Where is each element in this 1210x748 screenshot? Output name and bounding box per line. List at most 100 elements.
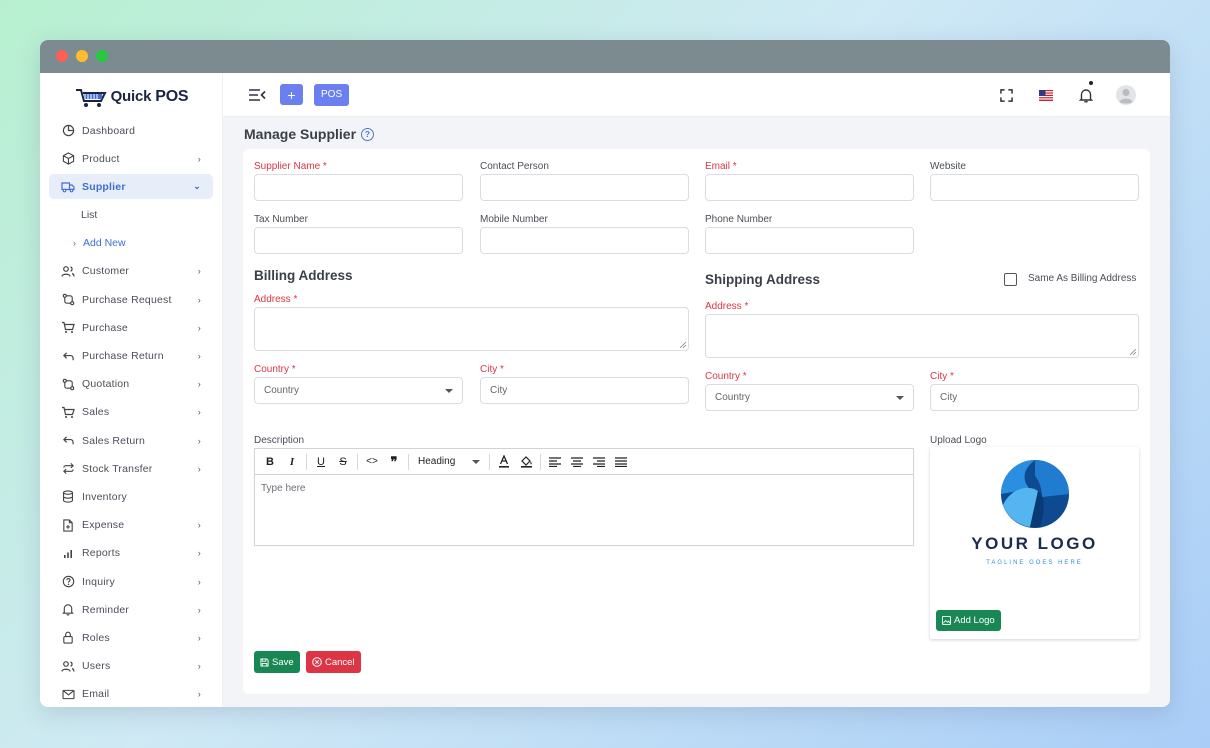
shipping-country-select[interactable]: Country: [705, 384, 914, 411]
close-window-button[interactable]: [56, 50, 68, 62]
supplier-name-input[interactable]: [254, 174, 463, 201]
editor-content[interactable]: Type here: [255, 475, 913, 502]
sidebar-subitem-list[interactable]: List: [49, 203, 213, 228]
menu-collapse-icon[interactable]: [248, 88, 266, 102]
sidebar: Quick POS Dashboard Product › Supplier ⌄…: [40, 73, 223, 707]
page-title: Manage Supplier ?: [244, 126, 375, 142]
sidebar-item-label: Purchase Return: [82, 350, 164, 362]
billing-city-input[interactable]: City: [480, 377, 689, 404]
website-input[interactable]: [930, 174, 1139, 201]
supplier-form-card: Supplier Name * Contact Person Email * W…: [243, 149, 1150, 694]
maximize-window-button[interactable]: [96, 50, 108, 62]
align-left-icon[interactable]: [544, 449, 566, 475]
notification-bell-icon[interactable]: [1066, 73, 1106, 117]
heading-select[interactable]: Heading: [412, 449, 486, 475]
toolbar-divider: [408, 453, 409, 470]
shipping-address-label: Address *: [705, 301, 749, 312]
brand-pos: POS: [155, 88, 189, 105]
chevron-right-icon: ›: [197, 266, 201, 277]
cart-icon: [61, 321, 75, 335]
save-button[interactable]: Save: [254, 651, 300, 673]
align-center-icon[interactable]: [566, 449, 588, 475]
chevron-down-icon: ⌄: [193, 181, 201, 192]
sidebar-item-supplier[interactable]: Supplier ⌄: [49, 174, 213, 200]
billing-city-placeholder: City: [490, 385, 508, 396]
blockquote-icon[interactable]: ❞: [383, 449, 405, 475]
sidebar-item-label: Inventory: [82, 490, 127, 503]
chevron-right-icon: ›: [197, 520, 201, 531]
contact-person-input[interactable]: [480, 174, 689, 201]
sidebar-item-inquiry[interactable]: Inquiry ›: [49, 569, 213, 594]
sidebar-item-email[interactable]: Email ›: [49, 682, 213, 707]
strikethrough-icon[interactable]: S: [332, 449, 354, 475]
shipping-city-input[interactable]: City: [930, 384, 1139, 411]
help-icon[interactable]: ?: [361, 127, 375, 141]
caret-down-icon: [472, 459, 480, 464]
pos-button[interactable]: POS: [314, 83, 350, 106]
website-label: Website: [930, 161, 966, 172]
topbar-actions: [986, 73, 1146, 117]
sidebar-item-reports[interactable]: Reports ›: [49, 541, 213, 566]
mobile-number-input[interactable]: [480, 227, 689, 254]
sidebar-item-expense[interactable]: Expense ›: [49, 513, 213, 538]
sidebar-item-dashboard[interactable]: Dashboard: [49, 118, 213, 143]
highlight-color-icon[interactable]: [515, 449, 537, 475]
sidebar-item-purchase-return[interactable]: Purchase Return ›: [49, 344, 213, 369]
align-right-icon[interactable]: [588, 449, 610, 475]
bold-icon[interactable]: B: [259, 449, 281, 475]
bar-chart-icon: [61, 546, 75, 560]
sidebar-item-label: Stock Transfer: [82, 462, 153, 475]
sidebar-item-purchase[interactable]: Purchase ›: [49, 315, 213, 340]
shipping-address-textarea[interactable]: [705, 314, 1139, 358]
italic-icon[interactable]: I: [281, 449, 303, 475]
tax-number-label: Tax Number: [254, 214, 308, 225]
sidebar-subitem-label: List: [81, 209, 98, 222]
sidebar-item-sales-return[interactable]: Sales Return ›: [49, 428, 213, 453]
sidebar-item-users[interactable]: Users ›: [49, 654, 213, 679]
minimize-window-button[interactable]: [76, 50, 88, 62]
us-flag-icon[interactable]: [1026, 73, 1066, 117]
chevron-right-icon: ›: [197, 407, 201, 418]
align-justify-icon[interactable]: [610, 449, 632, 475]
billing-address-textarea[interactable]: [254, 307, 689, 351]
same-as-billing-checkbox[interactable]: [1004, 273, 1017, 286]
email-input[interactable]: [705, 174, 914, 201]
quick-add-button[interactable]: +: [280, 84, 303, 105]
sidebar-item-reminder[interactable]: Reminder ›: [49, 597, 213, 622]
sidebar-item-customer[interactable]: Customer ›: [49, 259, 213, 284]
user-avatar[interactable]: [1106, 73, 1146, 117]
toolbar-divider: [540, 453, 541, 470]
underline-icon[interactable]: U: [310, 449, 332, 475]
billing-city-label: City *: [480, 364, 504, 375]
code-icon[interactable]: <>: [361, 449, 383, 475]
sidebar-item-product[interactable]: Product ›: [49, 146, 213, 171]
editor-placeholder: Type here: [261, 483, 306, 494]
billing-country-select[interactable]: Country: [254, 377, 463, 404]
sidebar-subitem-add-new[interactable]: › Add New: [49, 231, 213, 256]
chevron-right-icon: ›: [197, 576, 201, 587]
text-color-icon[interactable]: [493, 449, 515, 475]
phone-number-input[interactable]: [705, 227, 914, 254]
billing-address-label: Address *: [254, 294, 298, 305]
sidebar-item-roles[interactable]: Roles ›: [49, 625, 213, 650]
same-as-billing-label: Same As Billing Address: [1028, 273, 1137, 284]
users-icon: [61, 659, 75, 673]
sidebar-item-purchase-request[interactable]: Purchase Request ›: [49, 287, 213, 312]
tax-number-input[interactable]: [254, 227, 463, 254]
cancel-button[interactable]: Cancel: [306, 651, 361, 673]
sidebar-item-quotation[interactable]: Quotation ›: [49, 372, 213, 397]
fullscreen-icon[interactable]: [986, 73, 1026, 117]
chevron-right-icon: ›: [197, 463, 201, 474]
add-logo-button[interactable]: Add Logo: [936, 610, 1001, 631]
editor-toolbar: B I U S <> ❞ Heading: [255, 449, 913, 475]
sidebar-item-stock-transfer[interactable]: Stock Transfer ›: [49, 456, 213, 481]
shipping-country-placeholder: Country: [715, 392, 751, 403]
mobile-number-label: Mobile Number: [480, 214, 548, 225]
sidebar-item-inventory[interactable]: Inventory: [49, 484, 213, 509]
sidebar-item-label: Reminder: [82, 603, 130, 616]
window-titlebar: [40, 40, 1170, 73]
brand-logo[interactable]: Quick POS: [40, 73, 222, 119]
sidebar-item-sales[interactable]: Sales ›: [49, 400, 213, 425]
lock-icon: [61, 631, 75, 645]
cart-icon: [61, 405, 75, 419]
